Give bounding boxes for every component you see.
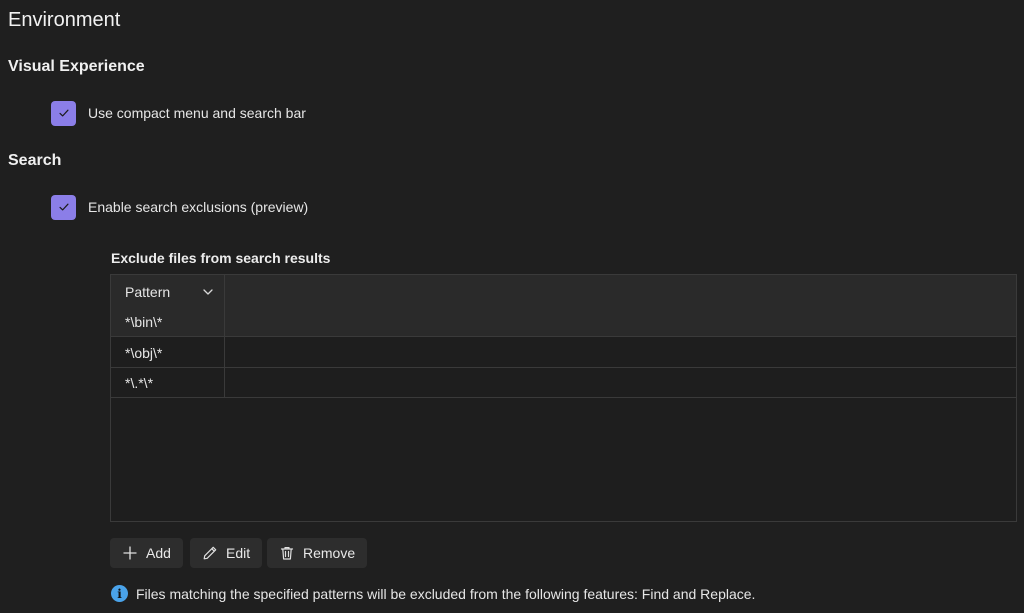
plus-icon — [123, 546, 137, 560]
pattern-cell[interactable]: *\bin\* — [125, 314, 162, 330]
info-icon: i — [111, 585, 128, 602]
info-message: i Files matching the specified patterns … — [111, 585, 755, 602]
remove-button-label: Remove — [303, 545, 356, 561]
pattern-cell-container: *\.*\* — [111, 368, 225, 397]
compact-menu-option[interactable]: Use compact menu and search bar — [51, 100, 306, 126]
pattern-column-label: Pattern — [125, 284, 171, 300]
section-heading-search: Search — [8, 152, 62, 169]
table-header-row: Pattern *\bin\* — [111, 275, 1016, 337]
edit-button[interactable]: Edit — [190, 538, 263, 568]
exclusions-table: Pattern *\bin\* *\obj\* *\.*\* — [110, 274, 1017, 522]
chevron-down-icon[interactable] — [202, 286, 214, 298]
edit-button-label: Edit — [226, 545, 251, 561]
check-icon — [58, 109, 69, 117]
page-title: Environment — [8, 9, 121, 31]
exclusions-table-title: Exclude files from search results — [111, 250, 331, 266]
pattern-cell[interactable]: *\.*\* — [125, 375, 153, 391]
search-exclusions-checkbox[interactable] — [51, 194, 76, 220]
pattern-cell-container: *\obj\* — [111, 337, 225, 367]
compact-menu-checkbox[interactable] — [51, 100, 76, 126]
remove-button[interactable]: Remove — [267, 538, 368, 568]
search-exclusions-option[interactable]: Enable search exclusions (preview) — [51, 194, 308, 220]
table-row[interactable]: *\obj\* — [111, 337, 1016, 368]
check-icon — [58, 203, 69, 211]
add-button-label: Add — [146, 545, 171, 561]
compact-menu-label: Use compact menu and search bar — [88, 105, 306, 121]
search-exclusions-label: Enable search exclusions (preview) — [88, 199, 309, 215]
pencil-icon — [203, 546, 217, 560]
add-button[interactable]: Add — [110, 538, 183, 568]
table-row[interactable]: *\.*\* — [111, 368, 1016, 398]
trash-icon — [280, 547, 294, 560]
pattern-cell[interactable]: *\obj\* — [125, 345, 162, 361]
settings-page: Environment Visual Experience Use compac… — [0, 0, 1024, 613]
section-heading-visual-experience: Visual Experience — [8, 58, 145, 75]
info-message-text: Files matching the specified patterns wi… — [136, 585, 756, 602]
pattern-column-header[interactable]: Pattern *\bin\* — [111, 275, 225, 336]
